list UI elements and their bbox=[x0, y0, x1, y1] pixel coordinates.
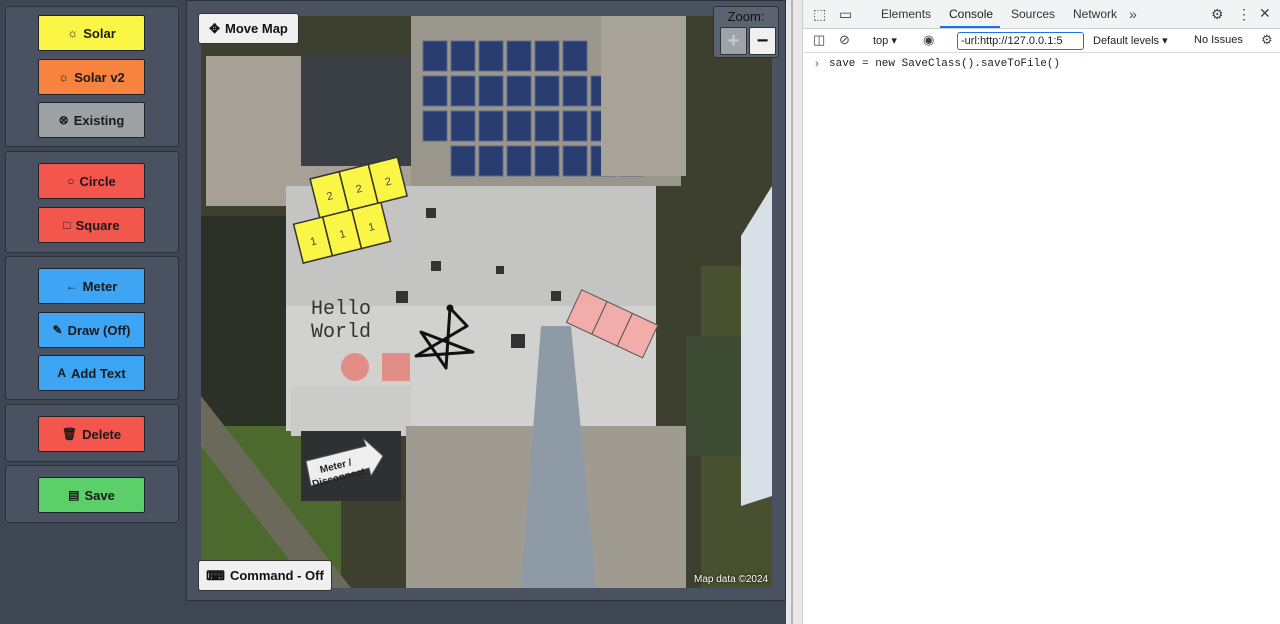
text-annotation[interactable]: Hello bbox=[311, 298, 371, 321]
panel-group: ☼ Solar ☼ Solar v2 ⊗ Existing bbox=[5, 6, 179, 147]
devtools-tabbar: ⬚ ▭ Elements Console Sources Network » ⚙… bbox=[803, 0, 1280, 29]
tab-sources[interactable]: Sources bbox=[1011, 7, 1055, 21]
move-icon: ✥ bbox=[209, 20, 221, 36]
freehand-drawing[interactable] bbox=[414, 306, 475, 370]
square-icon: □ bbox=[63, 218, 71, 232]
satellite-map[interactable]: 2 2 2 1 1 1 Hello World Meter / Disconne… bbox=[201, 16, 772, 588]
solar-v2-button[interactable]: ☼ Solar v2 bbox=[38, 59, 145, 95]
square-shape[interactable] bbox=[382, 353, 410, 381]
context-selector[interactable]: top ▾ bbox=[873, 34, 897, 47]
map-attribution: Map data ©2024 bbox=[694, 574, 769, 585]
meter-button[interactable]: ← Meter bbox=[38, 268, 145, 304]
solar-panel-array[interactable]: 2 2 2 1 1 1 bbox=[284, 156, 417, 264]
circle-button[interactable]: ○ Circle bbox=[38, 163, 145, 199]
tab-console[interactable]: Console bbox=[949, 7, 993, 21]
tab-network[interactable]: Network bbox=[1073, 7, 1117, 21]
console-settings-icon[interactable]: ⚙ bbox=[1261, 32, 1273, 48]
sidebar-toggle-icon[interactable]: ◫ bbox=[813, 32, 825, 48]
tool-group: ← Meter ✎ Draw (Off) A Add Text bbox=[5, 256, 179, 400]
tab-elements[interactable]: Elements bbox=[881, 7, 931, 21]
text-annotation[interactable]: World bbox=[311, 321, 371, 344]
chevron-right-icon: › bbox=[815, 58, 819, 70]
trash-icon: 🗑 bbox=[61, 427, 78, 441]
circle-shape[interactable] bbox=[341, 353, 369, 381]
issues-indicator[interactable]: No Issues bbox=[1194, 34, 1243, 46]
close-icon[interactable]: ✕ bbox=[1259, 5, 1271, 22]
solar-button[interactable]: ☼ Solar bbox=[38, 15, 145, 51]
log-levels-dropdown[interactable]: Default levels ▾ bbox=[1093, 34, 1168, 47]
delete-group: 🗑 Delete bbox=[5, 404, 179, 462]
circle-x-icon: ⊗ bbox=[58, 113, 69, 127]
pencil-icon: ✎ bbox=[52, 323, 63, 337]
resizer-grip[interactable] bbox=[791, 0, 793, 624]
keyboard-icon: ⌨ bbox=[206, 567, 225, 583]
annotation-layer[interactable]: 2 2 2 1 1 1 Hello World Meter / Disconne… bbox=[201, 16, 772, 588]
console-filter-input[interactable] bbox=[957, 32, 1084, 50]
add-text-button[interactable]: A Add Text bbox=[38, 355, 145, 391]
devtools-panel: ⬚ ▭ Elements Console Sources Network » ⚙… bbox=[802, 0, 1280, 624]
zoom-control: Zoom: + − bbox=[713, 6, 779, 58]
eye-icon[interactable]: ◉ bbox=[923, 32, 934, 48]
sun-icon: ☼ bbox=[67, 26, 79, 40]
more-tabs-icon[interactable]: » bbox=[1129, 6, 1137, 22]
delete-button[interactable]: 🗑 Delete bbox=[38, 416, 145, 452]
clear-console-icon[interactable]: ⊘ bbox=[839, 32, 850, 48]
console-filter-bar: ◫ ⊘ top ▾ ◉ Default levels ▾ No Issues ⚙ bbox=[803, 29, 1280, 53]
more-options-icon[interactable]: ⋮ bbox=[1237, 6, 1251, 23]
existing-button[interactable]: ⊗ Existing bbox=[38, 102, 145, 138]
active-tab-indicator bbox=[940, 26, 1000, 28]
save-group: ▤ Save bbox=[5, 465, 179, 523]
sun-icon: ☼ bbox=[58, 70, 70, 84]
shape-group: ○ Circle □ Square bbox=[5, 151, 179, 253]
save-button[interactable]: ▤ Save bbox=[38, 477, 145, 513]
zoom-out-button[interactable]: − bbox=[749, 27, 776, 55]
zoom-label: Zoom: bbox=[727, 9, 765, 24]
zoom-in-button[interactable]: + bbox=[720, 27, 747, 55]
console-entry[interactable]: save = new SaveClass().saveToFile() bbox=[829, 58, 1060, 70]
device-toolbar-icon[interactable]: ▭ bbox=[839, 6, 852, 23]
square-button[interactable]: □ Square bbox=[38, 207, 145, 243]
toolbar: ☼ Solar ☼ Solar v2 ⊗ Existing ○ Circle □… bbox=[0, 0, 186, 624]
arrow-left-icon: ← bbox=[65, 279, 78, 293]
settings-gear-icon[interactable]: ⚙ bbox=[1211, 6, 1224, 23]
panel-resizer[interactable] bbox=[786, 0, 802, 624]
inspect-element-icon[interactable]: ⬚ bbox=[813, 6, 826, 23]
file-download-icon: ▤ bbox=[68, 488, 80, 502]
meter-marker[interactable]: Meter / Disconnect bbox=[308, 455, 367, 491]
text-icon: A bbox=[57, 366, 66, 380]
draw-button[interactable]: ✎ Draw (Off) bbox=[38, 312, 145, 348]
existing-panel-array[interactable] bbox=[565, 289, 659, 359]
command-toggle-button[interactable]: ⌨ Command - Off bbox=[198, 560, 332, 591]
circle-icon: ○ bbox=[67, 174, 75, 188]
drawing-handle[interactable] bbox=[446, 304, 454, 312]
move-map-button[interactable]: ✥ Move Map bbox=[198, 13, 299, 44]
